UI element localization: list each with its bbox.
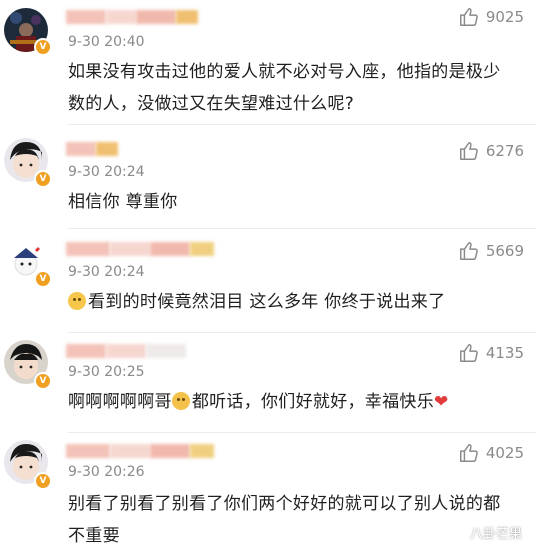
comment-item: V 9-30 20:40 9025 如果没有攻击过他的爱人就不必对号入座，他指的…	[0, 0, 536, 122]
verified-badge-icon: V	[34, 472, 52, 490]
watermark-text: 八卦芒果	[469, 527, 522, 542]
comment-text-row: 啊啊啊啊啊哥 都听话，你们好就好，幸福快乐❤	[68, 386, 516, 418]
username-blurred[interactable]	[66, 138, 136, 160]
comment-text: 看到的时候竟然泪目 这么多年 你终于说出来了	[88, 292, 446, 312]
comment-timestamp: 9-30 20:24	[68, 164, 145, 180]
comment-text: 如果没有攻击过他的爱人就不必对号入座，他指的是极少数的人，没做过又在失望难过什么…	[68, 62, 501, 114]
comment-timestamp: 9-30 20:25	[68, 364, 145, 380]
comment-text: 相信你 尊重你	[68, 192, 178, 212]
comment-item: V 9-30 20:24 6276 相信你 尊重你	[0, 124, 536, 228]
comment-text: 都听话，你们好就好，幸福快乐	[191, 392, 435, 412]
like-count: 4135	[485, 344, 524, 362]
comment-text: 别看了别看了别看了你们两个好好的就可以了别人说的都不重要	[68, 494, 501, 546]
like-button[interactable]: 5669	[458, 240, 524, 262]
thumbs-up-icon	[459, 242, 478, 260]
comment-timestamp: 9-30 20:24	[68, 264, 145, 280]
username-blurred[interactable]	[66, 440, 226, 462]
comment-item: V 9-30 20:24 5669 看到的时候竟然泪目 这么多年 你终于说出来了	[0, 228, 536, 332]
like-count: 4025	[485, 444, 524, 462]
thumbs-up-icon	[459, 344, 478, 362]
teary-face-emoji-icon	[68, 292, 86, 310]
watermark: 八卦芒果	[446, 523, 522, 542]
verified-badge-icon: V	[34, 38, 52, 56]
like-count: 6276	[485, 142, 524, 160]
comment-item: V 9-30 20:25 4135 啊啊啊啊啊哥 都听话，你们好就好，幸福快乐❤	[0, 332, 536, 432]
like-count: 5669	[485, 242, 524, 260]
verified-badge-icon: V	[34, 372, 52, 390]
like-button[interactable]: 6276	[458, 140, 524, 162]
verified-badge-icon: V	[34, 270, 52, 288]
crying-face-emoji-icon	[171, 392, 190, 410]
thumbs-up-icon	[459, 142, 478, 160]
comment-timestamp: 9-30 20:26	[68, 464, 145, 480]
username-blurred[interactable]	[66, 238, 226, 260]
like-count: 9025	[485, 8, 524, 26]
thumbs-up-icon	[459, 444, 478, 462]
username-blurred[interactable]	[66, 340, 196, 362]
comment-timestamp: 9-30 20:40	[68, 34, 145, 50]
like-button[interactable]: 4025	[458, 442, 524, 464]
wechat-logo-icon	[446, 525, 465, 540]
verified-badge-icon: V	[34, 170, 52, 188]
comment-text: 啊啊啊啊啊哥	[68, 392, 172, 412]
thumbs-up-icon	[459, 8, 478, 26]
like-button[interactable]: 9025	[458, 6, 524, 28]
comment-text-row: 看到的时候竟然泪目 这么多年 你终于说出来了	[68, 286, 516, 318]
username-blurred[interactable]	[66, 6, 206, 28]
like-button[interactable]: 4135	[458, 342, 524, 364]
heart-emoji-icon: ❤	[434, 392, 449, 412]
